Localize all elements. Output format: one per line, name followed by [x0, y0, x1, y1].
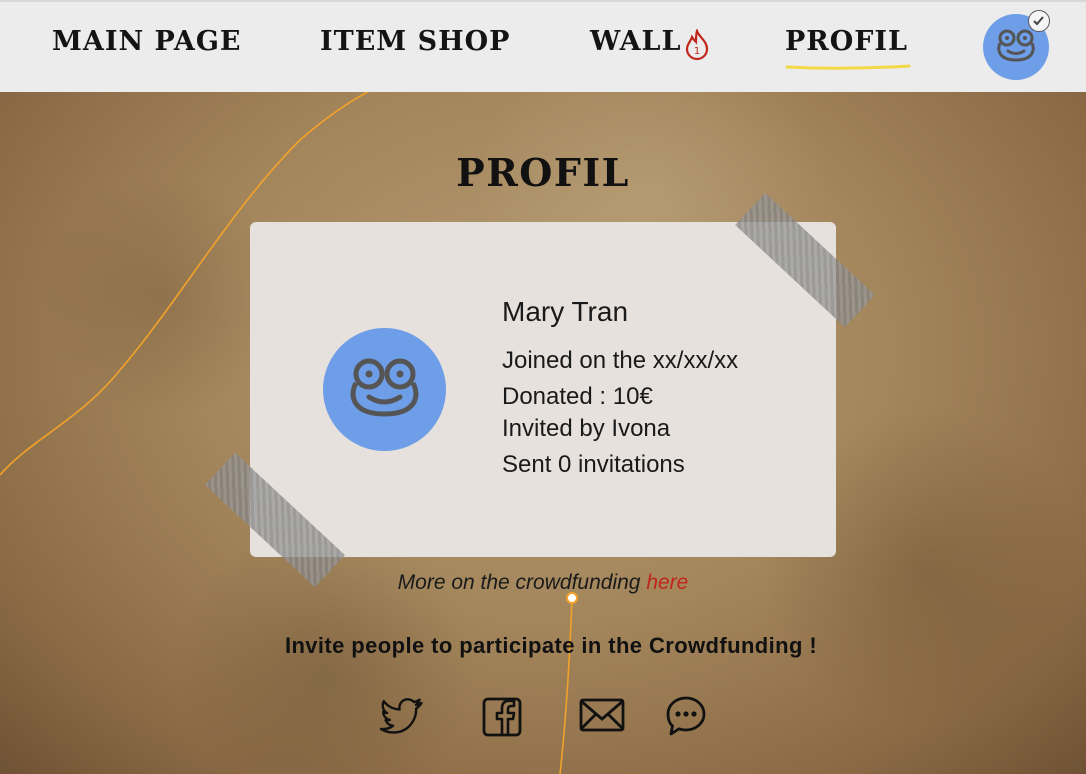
crowdfunding-text: More on the crowdfunding: [397, 571, 647, 594]
nav-item-shop[interactable]: ITEM SHOP: [320, 26, 510, 57]
profile-avatar: [323, 328, 446, 451]
nav-wall[interactable]: WALL: [590, 26, 682, 57]
check-circle-icon: [1028, 10, 1050, 32]
profile-name: Mary Tran: [502, 296, 629, 327]
profile-invited-by: Invited by Ivona: [502, 415, 671, 442]
twitter-icon[interactable]: [378, 692, 426, 740]
wall-badge-count: 1: [694, 46, 700, 57]
nav-main-page[interactable]: MAIN PAGE: [52, 26, 241, 57]
page-title: PROFIL: [456, 150, 630, 195]
crowdfunding-info: More on the crowdfunding here: [0, 571, 1086, 595]
crowdfunding-link[interactable]: here: [646, 571, 688, 594]
nav-profil[interactable]: PROFIL: [785, 26, 908, 57]
mail-icon[interactable]: [578, 692, 626, 740]
profile-invitations-sent: Sent 0 invitations: [502, 451, 685, 478]
invite-heading: Invite people to participate in the Crow…: [284, 633, 818, 658]
fire-badge-icon: 1: [685, 29, 709, 61]
profile-joined: Joined on the xx/xx/xx: [502, 347, 739, 374]
facebook-icon[interactable]: [478, 692, 526, 740]
chat-icon[interactable]: [662, 692, 710, 740]
active-nav-underline: [785, 64, 911, 70]
profile-donated: Donated : 10€: [502, 383, 653, 410]
frog-icon: [350, 358, 419, 417]
